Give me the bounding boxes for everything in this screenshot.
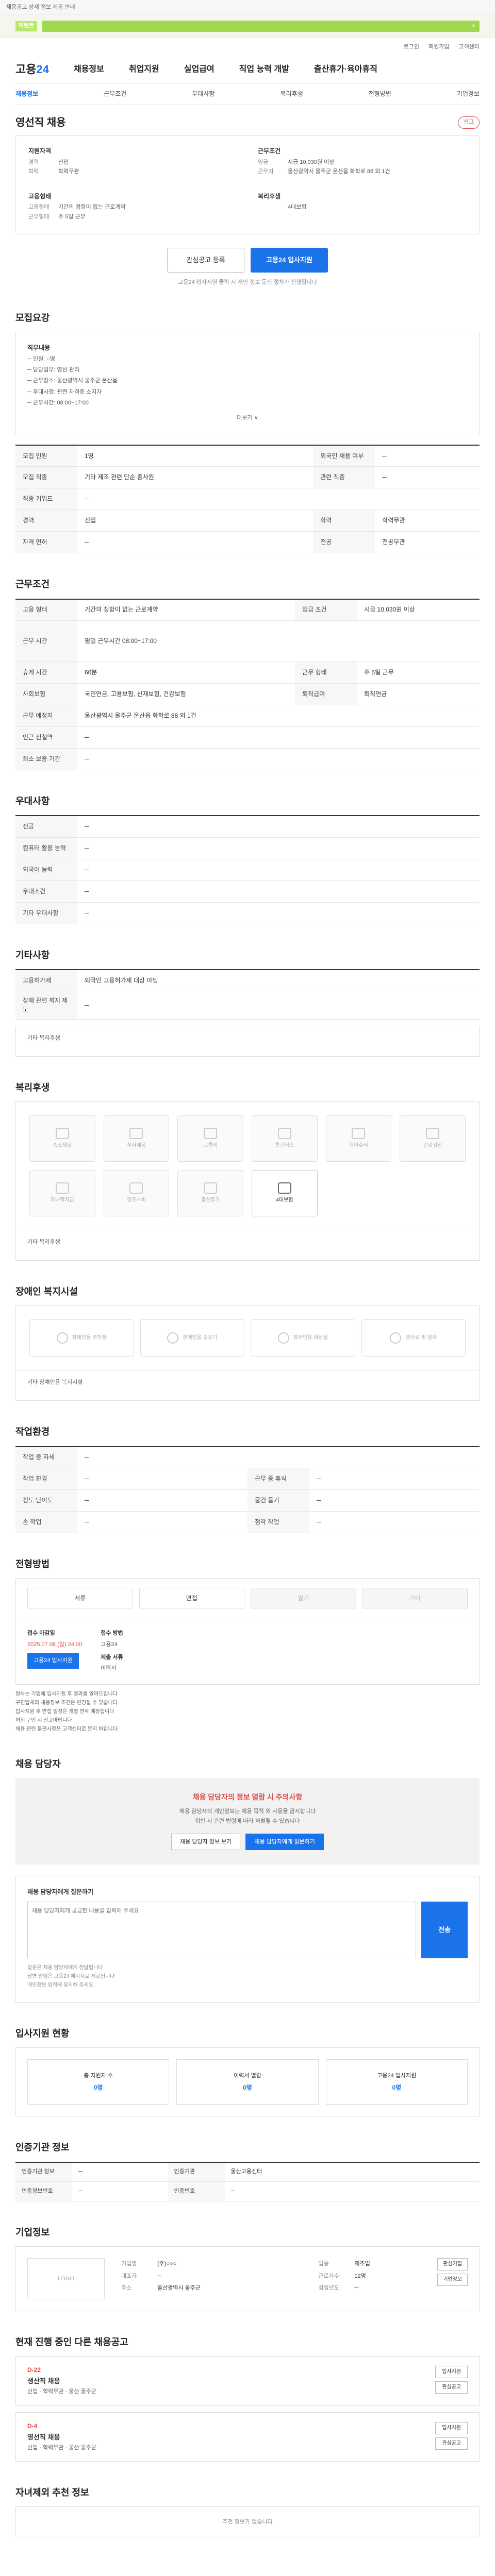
close-icon[interactable]: × (472, 22, 475, 30)
tab-item[interactable]: 우대사항 (192, 90, 214, 98)
gnb-item[interactable]: 취업지원 (129, 64, 159, 75)
section-welfare: 복리후생 숙소제공 식사제공 교통비 통근버스 육아휴직 건강검진 자녀학자금 … (15, 1081, 480, 1261)
welfare-item: 통근버스 (251, 1115, 318, 1162)
section-other-jobs: 현재 진행 중인 다른 채용공고 D-22 생산직 채용 신입 · 학력무관 · 울… (15, 2336, 480, 2462)
method-item: 면접 (139, 1588, 244, 1609)
ask-manager-button[interactable]: 채용 담당자에게 질문하기 (245, 1834, 324, 1851)
util-menu: 로그인 회원가입 고객센터 (15, 38, 480, 57)
tab-item[interactable]: 근무조건 (104, 90, 126, 98)
manager-info-button[interactable]: 채용 담당자 정보 보기 (171, 1834, 241, 1851)
job-scrap-button[interactable]: 관심공고 (435, 2381, 468, 2394)
apply-button-2[interactable]: 고용24 입사지원 (27, 1653, 79, 1669)
page-header: 영선직 채용 신고 (15, 105, 480, 135)
job-apply-button[interactable]: 입사지원 (435, 2421, 468, 2434)
gnb-item[interactable]: 직업 능력 개발 (239, 64, 289, 75)
job-scrap-button[interactable]: 관심공고 (435, 2437, 468, 2450)
method-item: 기타 (362, 1588, 468, 1609)
support-link[interactable]: 고객센터 (459, 43, 480, 51)
welfare-item: 육아휴직 (325, 1115, 392, 1162)
summary-card: 지원자격 경력 신입 학력 학력무관 근무조건 임금 시급 10,030원 이상 근무… (15, 135, 480, 235)
logo[interactable]: 고용24 (15, 62, 49, 78)
company-info-button[interactable]: 기업정보 (437, 2274, 468, 2286)
gnb-item[interactable]: 채용정보 (74, 64, 104, 75)
section-disability: 장애인 복지시설 장애인용 주차장 장애인용 승강기 장애인용 화장실 경사로 … (15, 1285, 480, 1401)
stat-item: 이력서 열람 0명 (176, 2059, 319, 2105)
action-bar: 관심공고 등록 고용24 입사지원 (15, 248, 480, 273)
disability-item: 장애인용 주차장 (29, 1319, 134, 1357)
section-work-env: 작업환경 작업 중 자세 ─ 작업 환경 ─ 근무 중 휴식 ─ 정도 난이도 ─ 물건 들… (15, 1426, 480, 1534)
tab-item[interactable]: 기업정보 (457, 90, 480, 98)
global-nav: 고용24 채용정보 취업지원 실업급여 직업 능력 개발 출산휴가·육아휴직 (15, 57, 480, 83)
disability-item: 경사로 및 점자 (361, 1319, 466, 1357)
tab-item[interactable]: 채용정보 (15, 90, 38, 98)
tab-item[interactable]: 복리후생 (280, 90, 303, 98)
stat-item: 고용24 입사지원 0명 (325, 2059, 468, 2105)
summary-block: 지원자격 경력 신입 학력 학력무관 (28, 147, 79, 175)
gnb-item[interactable]: 실업급여 (184, 64, 214, 75)
welfare-item: 자녀학자금 (29, 1170, 95, 1217)
login-link[interactable]: 로그인 (404, 43, 419, 51)
section-cert: 인증기관 정보 인증기관 정보 ─ 인증기관 울산고용센터 인증정보번호 ─ 인증번호 ─ (15, 2141, 480, 2202)
method-item: 필기 (251, 1588, 356, 1609)
welfare-item: 식사제공 (103, 1115, 170, 1162)
company-logo: LOGO (27, 2258, 105, 2300)
summary-block: 고용형태 고용형태 기간의 정함이 없는 근로계약 근무형태 주 5일 근무 (28, 192, 126, 220)
top-notice: 채용공고 상세 정보 제공 안내 (0, 0, 495, 14)
signup-link[interactable]: 회원가입 (428, 43, 449, 51)
apply-info: 접수 마감일 2025.07.06 (일) 24:00 고용24 입사지원 접수 방… (15, 1618, 480, 1685)
welfare-item: 숙소제공 (29, 1115, 95, 1162)
scrap-button[interactable]: 관심공고 등록 (167, 248, 244, 273)
disability-item: 장애인용 승강기 (140, 1319, 244, 1357)
summary-block: 근무조건 임금 시급 10,030원 이상 근무지 울산광역시 울주군 온산읍 화학… (258, 147, 390, 175)
section-etc: 기타사항 고용허가제 외국인 고용허가제 대상 아님 장애 관련 복지 제도 ─ 기… (15, 949, 480, 1057)
banner-chip: 이벤트 (15, 21, 38, 31)
welfare-item: 4대보험 (251, 1170, 318, 1217)
summary-block: 복리후생 4대보험 (258, 192, 307, 211)
send-button[interactable]: 전송 (421, 1902, 468, 1959)
recruit-table: 모집 인원 1명 외국인 채용 여부 ─ 모집 직종 기타 제조 관련 단순 종사원 관련… (15, 444, 480, 554)
section-recommend: 자녀제외 추천 정보 추천 정보가 없습니다 (15, 2486, 480, 2538)
disability-item: 장애인용 화장실 (251, 1319, 355, 1357)
qa-box: 채용 담당자에게 질문하기 전송 질문은 채용 담당자에게 전달됩니다답변 알림… (15, 1876, 480, 2003)
section-preference: 우대사항 전공 ─ 컴퓨터 활용 능력 ─ 외국어 능력 ─ 우대조건 ─ 기타 우대사… (15, 795, 480, 924)
method-item: 서류 (27, 1588, 133, 1609)
section-conditions: 근무조건 고용 형태 기간의 정함이 없는 근로계약 임금 조건 시급 10,030원… (15, 578, 480, 771)
welfare-item: 교통비 (177, 1115, 243, 1162)
page-title: 영선직 채용 (15, 117, 66, 128)
more-button[interactable]: 더보기 ∨ (27, 414, 468, 422)
gnb-item[interactable]: 출산휴가·육아휴직 (314, 64, 377, 75)
section-stats: 입사지원 현황 총 지원자 수 0명 이력서 열람 0명 고용24 입사지원 0명 (15, 2027, 480, 2117)
apply-note: 고용24 입사지원 클릭 시 개인 정보 동의 절차가 진행됩니다 (178, 279, 317, 286)
sub-tabs: 채용정보 근무조건 우대사항 복리후생 전형방법 기업정보 (15, 83, 480, 105)
section-company: 기업정보 LOGO 기업명 (주)○○○ 업종 제조업 대표자 ─ 근로자수 12명 주소 울… (15, 2226, 480, 2312)
tab-item[interactable]: 전형방법 (369, 90, 391, 98)
question-input[interactable] (27, 1902, 416, 1959)
stat-item: 총 지원자 수 0명 (27, 2059, 170, 2105)
job-card[interactable]: D-4 영선직 채용 신입 · 학력무관 · 울산 울주군 입사지원 관심공고 (15, 2412, 480, 2462)
job-card[interactable]: D-22 생산직 채용 신입 · 학력무관 · 울산 울주군 입사지원 관심공고 (15, 2356, 480, 2406)
welfare-item: 건강검진 (400, 1115, 466, 1162)
banner-bar[interactable]: × (42, 21, 480, 32)
section-selection: 전형방법 서류 면접 필기 기타 접수 마감일 2025.07.06 (일) 24… (15, 1558, 480, 1733)
event-banner[interactable]: 이벤트 × (0, 14, 495, 38)
apply-button[interactable]: 고용24 입사지원 (251, 248, 328, 273)
welfare-item: 출산휴가 (177, 1170, 243, 1217)
section-recruit: 모집요강 직무내용 ─ 인원: ○명 ─ 담당업무: 영선 관리 ─ 근무장소: 울… (15, 312, 480, 554)
report-button[interactable]: 신고 (457, 116, 480, 129)
section-manager: 채용 담당자 채용 담당자의 정보 열람 시 주의사항 채용 담당자의 개인정보… (15, 1758, 480, 2003)
job-apply-button[interactable]: 입사지원 (435, 2366, 468, 2379)
fav-company-button[interactable]: 관심기업 (437, 2258, 468, 2271)
welfare-item: 경조사비 (103, 1170, 170, 1217)
